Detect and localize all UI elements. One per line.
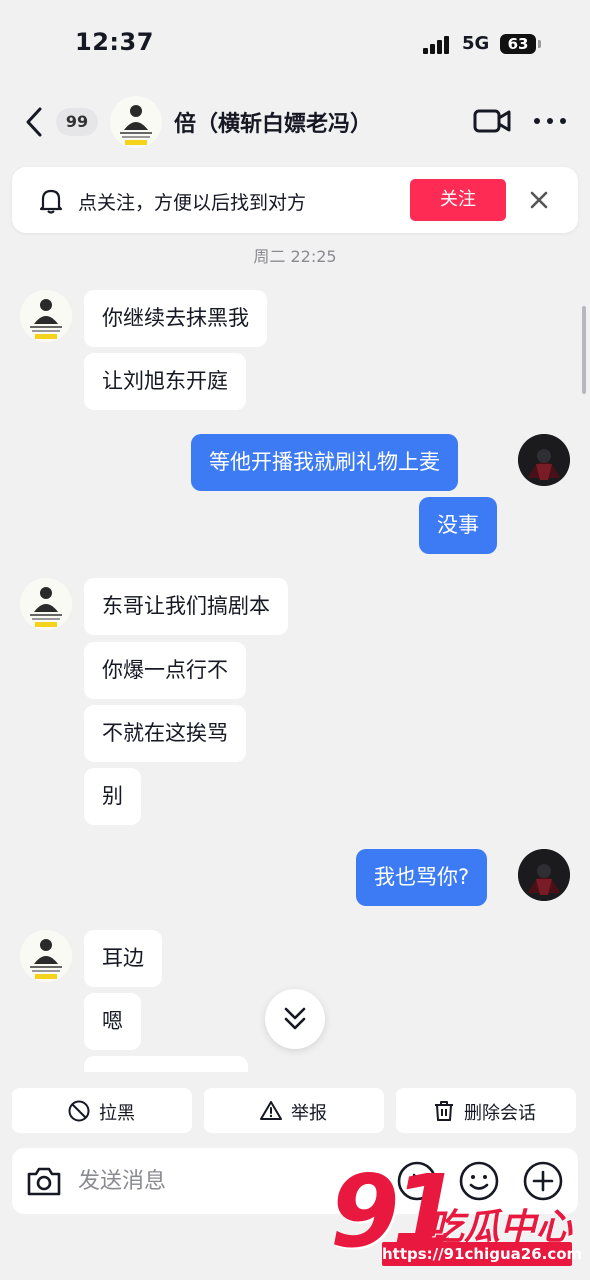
camera-icon[interactable] <box>26 1164 62 1198</box>
block-button[interactable]: 拉黑 <box>12 1088 192 1133</box>
message-bubble-incoming[interactable]: 让刘旭东开庭 <box>84 353 246 410</box>
follow-hint-text: 点关注，方便以后找到对方 <box>78 192 307 214</box>
delete-conversation-button[interactable]: 删除会话 <box>396 1088 576 1133</box>
follow-banner: 点关注，方便以后找到对方 关注 <box>12 167 578 233</box>
battery-icon: 63 <box>500 34 536 54</box>
status-bar: 12:37 5G 63 <box>0 0 590 88</box>
message-bubble-incoming[interactable]: 嗯 <box>84 993 141 1050</box>
scroll-to-bottom-button[interactable] <box>265 989 325 1049</box>
network-type: 5G <box>462 33 490 54</box>
report-label: 举报 <box>291 1103 327 1124</box>
unread-count-badge[interactable]: 99 <box>56 108 98 136</box>
more-dots-icon[interactable] <box>534 118 566 126</box>
scrollbar-thumb[interactable] <box>582 306 586 394</box>
contact-avatar[interactable] <box>110 96 162 148</box>
contact-avatar[interactable] <box>20 290 72 342</box>
status-time: 12:37 <box>75 28 154 56</box>
report-button[interactable]: 举报 <box>204 1088 384 1133</box>
signal-icon <box>423 36 453 54</box>
delete-conversation-label: 删除会话 <box>464 1103 536 1124</box>
contact-name: 倍（横斩白嫖老冯） <box>174 112 373 137</box>
bell-icon <box>39 189 63 214</box>
video-camera-icon[interactable] <box>472 106 512 136</box>
watermark-url: https://91chigua26.com <box>382 1242 582 1266</box>
message-bubble-incoming[interactable]: 别 <box>84 768 141 825</box>
follow-button[interactable]: 关注 <box>410 179 506 221</box>
trash-icon <box>435 1101 453 1121</box>
contact-avatar[interactable] <box>20 930 72 982</box>
message-bubble-incoming[interactable]: 你爆一点行不 <box>84 642 246 699</box>
chat-header: 99 倍（横斩白嫖老冯） <box>0 88 590 154</box>
my-avatar[interactable] <box>518 434 570 486</box>
message-bubble-outgoing[interactable]: 等他开播我就刷礼物上麦 <box>191 434 458 491</box>
double-chevron-down-icon <box>284 1007 306 1030</box>
battery-tip <box>538 40 541 48</box>
my-avatar[interactable] <box>518 849 570 901</box>
message-bubble-incoming-partial <box>84 1056 248 1072</box>
watermark-logo: 91 吃瓜中心 https://91chigua26.com <box>330 1162 590 1280</box>
message-bubble-incoming[interactable]: 不就在这挨骂 <box>84 705 246 762</box>
message-bubble-outgoing[interactable]: 我也骂你? <box>356 849 488 906</box>
block-icon <box>68 1100 90 1122</box>
message-timestamp: 周二 22:25 <box>253 247 337 266</box>
contact-avatar[interactable] <box>20 578 72 630</box>
message-bubble-incoming[interactable]: 东哥让我们搞剧本 <box>84 578 288 635</box>
message-bubble-outgoing[interactable]: 没事 <box>419 497 497 554</box>
block-label: 拉黑 <box>99 1103 135 1124</box>
message-bubble-incoming[interactable]: 耳边 <box>84 930 162 987</box>
close-icon[interactable] <box>528 189 550 211</box>
warning-icon <box>260 1101 282 1120</box>
message-bubble-incoming[interactable]: 你继续去抹黑我 <box>84 290 267 347</box>
chevron-left-icon[interactable] <box>22 106 46 138</box>
